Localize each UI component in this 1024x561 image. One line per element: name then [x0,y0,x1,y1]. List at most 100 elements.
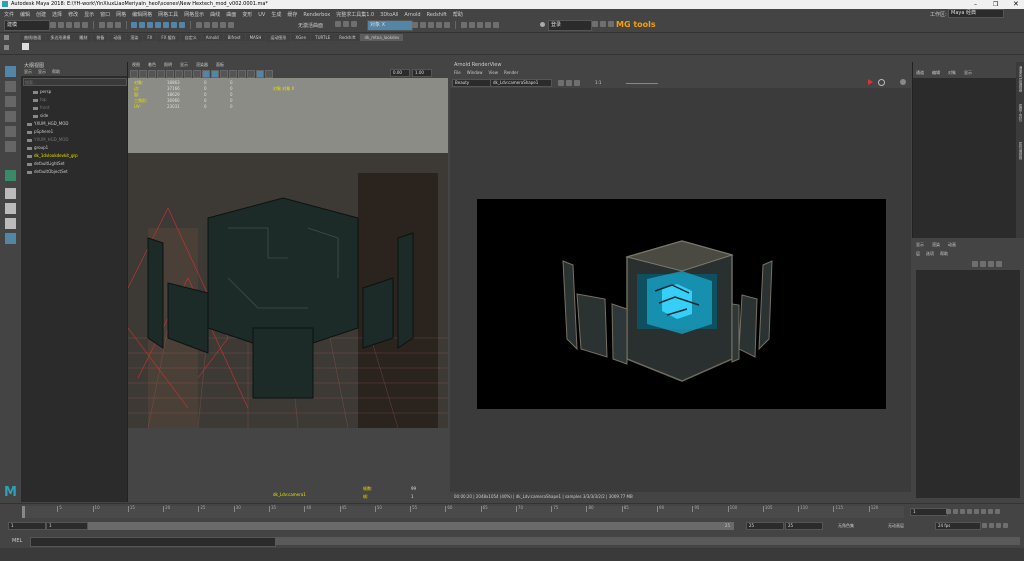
shelf-tab[interactable]: FX [143,34,157,41]
snap-live-icon[interactable] [227,22,234,28]
lasso-tool-icon[interactable] [5,81,16,92]
select-hierarchy-icon[interactable] [98,22,105,28]
outliner-item[interactable]: side [21,112,127,120]
side-tab[interactable]: 建模工具包 [1017,104,1023,138]
playback-end-field[interactable]: 25 [746,522,784,530]
vp-ao-icon[interactable] [238,70,246,78]
paint-select-icon[interactable] [5,96,16,107]
render-settings-icon[interactable] [436,22,442,28]
symmetry-select[interactable]: 对象 X [367,20,413,31]
redshift-pause-icon[interactable] [476,22,483,28]
play-forward-icon[interactable] [974,509,979,514]
shelf-tab[interactable]: 自定义 [180,34,201,42]
outliner-item[interactable]: YXUM_HGD_MOD [21,136,127,144]
anim-end-field[interactable]: 25 [785,522,823,530]
viewport-menu-item[interactable]: 视图 [132,62,140,67]
undo-icon[interactable] [74,22,80,28]
vp-lights-icon[interactable] [220,70,228,78]
user-icon[interactable] [540,22,545,27]
input-icon[interactable] [351,21,357,27]
layer-move-down-icon[interactable] [996,261,1002,267]
shelf-tab[interactable]: 多边形建模 [46,34,75,42]
vp-camera-icon[interactable] [130,70,138,78]
aov-select[interactable]: Beauty [452,79,492,87]
rv-settings-icon[interactable] [900,79,906,85]
redshift-stop-icon[interactable] [484,22,491,28]
rotate-tool-icon[interactable] [5,126,16,137]
outliner-item[interactable]: front [21,104,127,112]
step-back-icon[interactable] [960,509,965,514]
viewport-scene[interactable]: dk_Ldv:camera1 帧数: 99 帧: 1 [128,78,448,502]
snap-grid-icon[interactable] [195,22,202,28]
layer-menu-item[interactable]: 选项 [926,251,934,256]
outliner-item[interactable]: dk_1dvlookdevkit_grp [21,152,127,160]
vp-film-gate-icon[interactable] [175,70,183,78]
select-by-render-icon[interactable] [179,22,186,28]
layer-tab[interactable]: 动画 [948,242,956,247]
render-image[interactable] [477,199,886,409]
outliner-item[interactable]: YXUM_HGD_MOD [21,120,127,128]
command-input[interactable] [30,537,276,547]
shelf-tab[interactable]: Bifrost [223,34,245,41]
single-pane-icon[interactable] [5,188,16,199]
step-back-key-icon[interactable] [953,509,958,514]
command-language-label[interactable]: MEL [12,538,22,544]
hypershade-icon[interactable] [444,22,450,28]
select-by-curve-icon[interactable] [147,22,154,28]
outliner-menu-item[interactable]: 显示 [24,69,32,74]
outliner-menu-item[interactable]: 显示 [38,69,46,74]
side-tab[interactable]: 属性编辑器 [1017,142,1023,176]
outliner-item[interactable]: persp [21,88,127,96]
channel-box-tab[interactable]: 通道 [916,70,924,75]
vp-resolution-gate-icon[interactable] [184,70,192,78]
attribute-editor-icon[interactable] [600,21,606,27]
lookdev-shelf-icon[interactable] [22,43,29,50]
side-tab[interactable]: 通道盒/层编辑器 [1017,66,1023,100]
outliner-item[interactable]: group1 [21,144,127,152]
rv-refresh-icon[interactable] [878,79,885,86]
vp-gamma-field[interactable]: 1.00 [412,69,432,77]
shelf-tab[interactable]: Redshift [335,34,360,41]
viewport-menu-item[interactable]: 渲染器 [196,62,208,67]
vp-xray-icon[interactable] [256,70,264,78]
layer-tab[interactable]: 显示 [916,242,924,247]
channel-box-tab[interactable]: 对象 [948,70,956,75]
select-by-deform-icon[interactable] [163,22,170,28]
two-pane-icon[interactable] [5,218,16,229]
move-tool-icon[interactable] [5,111,16,122]
shelf-settings-icon[interactable] [4,35,9,40]
select-by-surface-icon[interactable] [155,22,162,28]
ipr-icon[interactable] [428,22,434,28]
vp-wireframe-icon[interactable] [193,70,201,78]
current-frame-field[interactable]: 1 [910,508,948,516]
anim-prefs-icon[interactable] [1003,523,1008,528]
vp-textured-icon[interactable] [211,70,219,78]
shelf-tab[interactable]: FX 缓存 [157,34,180,42]
shelf-tab[interactable]: 渲染 [126,34,143,42]
history-icon[interactable] [335,21,341,27]
layer-menu-item[interactable]: 帮助 [940,251,948,256]
shelf-tab[interactable]: MASH [245,34,266,41]
renderview-menu-item[interactable]: File [454,70,461,75]
layer-tab[interactable]: 渲染 [932,242,940,247]
channel-box-tab[interactable]: 编辑 [932,70,940,75]
shelf-tab[interactable]: TURTLE [311,34,335,41]
outliner-search-input[interactable] [23,78,127,86]
vp-aa-icon[interactable] [247,70,255,78]
rv-ratio[interactable]: 1:1 [595,80,601,85]
shelf-tab[interactable]: 动画 [109,34,126,42]
playback-start-field[interactable]: 1 [46,522,88,530]
mode-select[interactable]: 建模 [4,20,50,31]
four-pane-icon[interactable] [5,203,16,214]
snap-view-icon[interactable] [219,22,226,28]
select-by-handle-icon[interactable] [131,22,138,28]
shelf-tab[interactable]: 装备 [92,34,109,42]
close-icon[interactable]: ✕ [1013,0,1019,8]
loop-icon[interactable] [982,523,987,528]
fps-select[interactable]: 24 fps [935,522,981,530]
layer-menu-item[interactable]: 层 [916,251,920,256]
maximize-icon[interactable]: ❐ [993,1,998,8]
viewport-menu-item[interactable]: 照明 [164,62,172,67]
rv-color-icon[interactable] [558,80,564,86]
vp-smooth-shade-icon[interactable] [202,70,210,78]
